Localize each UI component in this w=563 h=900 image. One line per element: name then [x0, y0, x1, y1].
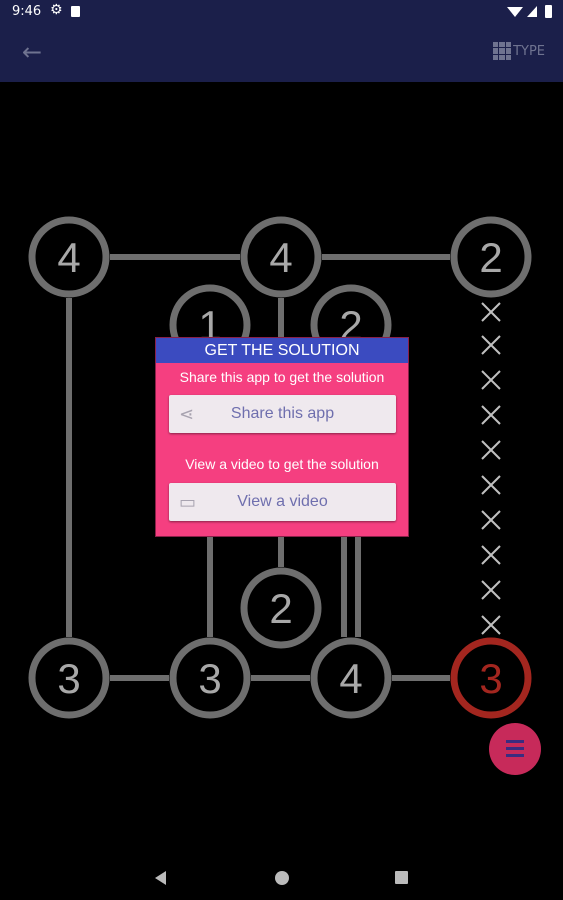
- island-value: 4: [57, 234, 80, 281]
- island-node[interactable]: 4: [310, 637, 392, 719]
- island-value: 4: [269, 234, 292, 281]
- navigation-bar: [0, 852, 563, 900]
- view-video-button[interactable]: ▭ View a video: [169, 483, 396, 521]
- island-node[interactable]: 2: [450, 216, 532, 298]
- dialog-title: GET THE SOLUTION: [156, 338, 408, 363]
- cross-mark[interactable]: [481, 440, 501, 460]
- video-icon: ▭: [179, 492, 197, 512]
- cross-mark[interactable]: [481, 615, 501, 635]
- island-node[interactable]: 3: [169, 637, 251, 719]
- island-value: 3: [57, 655, 80, 702]
- menu-fab[interactable]: [489, 723, 541, 775]
- share-app-button[interactable]: ⋖ Share this app: [169, 395, 396, 433]
- cross-mark[interactable]: [481, 545, 501, 565]
- cross-mark[interactable]: [481, 580, 501, 600]
- nav-home-icon[interactable]: [275, 871, 289, 885]
- solution-dialog: GET THE SOLUTION Share this app to get t…: [155, 337, 409, 537]
- island-value: 2: [479, 234, 502, 281]
- share-prompt: Share this app to get the solution: [179, 369, 385, 385]
- cross-mark[interactable]: [481, 302, 501, 322]
- video-prompt: View a video to get the solution: [185, 456, 379, 472]
- share-app-label: Share this app: [230, 405, 335, 422]
- cross-mark[interactable]: [481, 405, 501, 425]
- island-node[interactable]: 4: [240, 216, 322, 298]
- nav-recents-icon[interactable]: [395, 871, 408, 884]
- island-value: 3: [198, 655, 221, 702]
- nav-back-icon[interactable]: [155, 871, 166, 885]
- island-value: 2: [269, 585, 292, 632]
- view-video-label: View a video: [237, 493, 328, 510]
- island-value: 3: [479, 655, 502, 702]
- island-node[interactable]: 3: [450, 637, 532, 719]
- island-node[interactable]: 4: [28, 216, 110, 298]
- island-node[interactable]: 2: [240, 567, 322, 649]
- share-icon: ⋖: [179, 404, 195, 424]
- island-node[interactable]: 3: [28, 637, 110, 719]
- island-value: 4: [339, 655, 362, 702]
- cross-mark[interactable]: [481, 335, 501, 355]
- cross-mark[interactable]: [481, 370, 501, 390]
- cross-mark[interactable]: [481, 475, 501, 495]
- cross-mark[interactable]: [481, 510, 501, 530]
